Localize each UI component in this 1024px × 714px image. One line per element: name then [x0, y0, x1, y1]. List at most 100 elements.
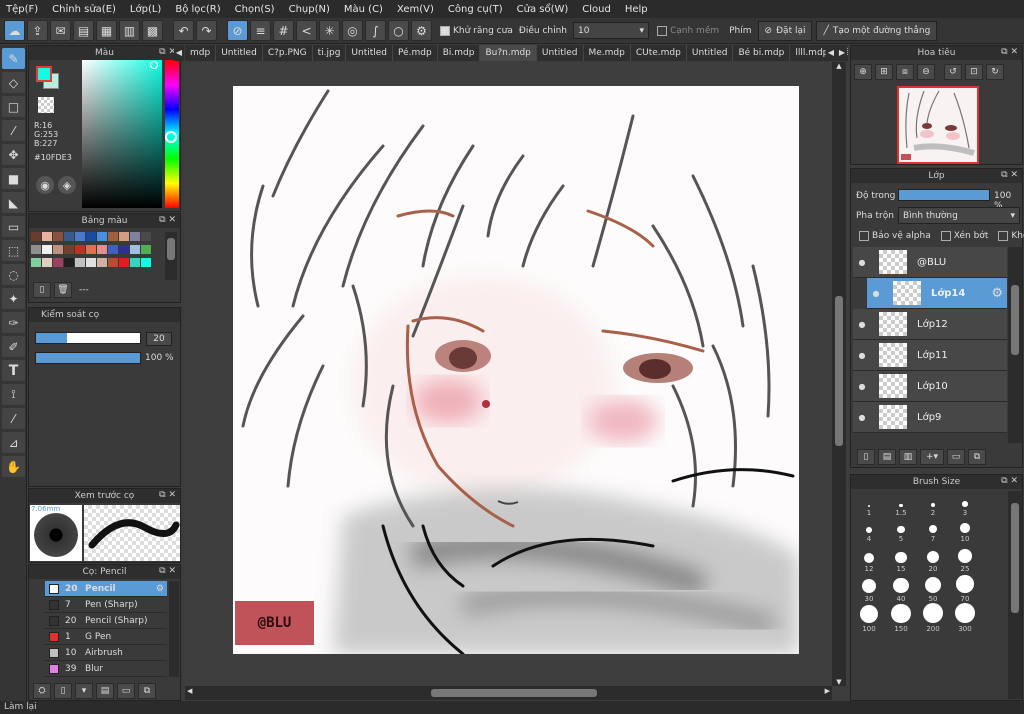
magic-wand-tool-icon[interactable]: ✦ [2, 288, 25, 309]
drawing-canvas[interactable] [233, 86, 799, 654]
hand-tool-icon[interactable]: ✋ [2, 456, 25, 477]
blur-tool-icon[interactable]: ⊿ [2, 432, 25, 453]
palette-swatch[interactable] [42, 245, 52, 254]
document-tab[interactable]: Bi.mdp [438, 45, 481, 61]
palette-swatch[interactable] [130, 245, 140, 254]
document-tab[interactable]: Bu?n.mdp [480, 45, 537, 61]
palette-swatch[interactable] [108, 232, 118, 241]
canvas-vertical-scrollbar[interactable]: ▲ ▼ [832, 62, 846, 686]
brush-list-item[interactable]: 7 Pen (Sharp) [45, 597, 167, 613]
palette-swatch[interactable] [119, 258, 129, 267]
document-tab[interactable]: ti.jpg [313, 45, 347, 61]
palette-swatch[interactable] [86, 245, 96, 254]
cloud-icon[interactable]: ☁ [4, 20, 25, 41]
palette-swatch[interactable] [53, 245, 63, 254]
snap-perspective-icon[interactable]: < [296, 20, 317, 41]
brush-size-preset[interactable]: 7 [917, 517, 949, 543]
layer-row[interactable]: ● @BLU [853, 247, 1007, 278]
brush-list-item[interactable]: 20 Pencil (Sharp) [45, 613, 167, 629]
menu-item[interactable]: Tệp(F) [6, 4, 38, 15]
message-icon[interactable]: ▤ [73, 20, 94, 41]
foreground-color-swatch[interactable] [36, 66, 52, 82]
brush-size-scrollbar[interactable] [1008, 491, 1022, 699]
rotate-reset-icon[interactable]: ⊡ [965, 64, 983, 80]
snap-settings-icon[interactable]: ⚙ [411, 20, 432, 41]
new-halftone-layer-icon[interactable]: ▤ [878, 449, 896, 465]
document-icon[interactable]: ▦ [96, 20, 117, 41]
palette-swatch[interactable] [75, 232, 85, 241]
dot-brush-tool-icon[interactable]: ⁄ [2, 120, 25, 141]
brush-tool-icon[interactable]: ✎ [2, 48, 25, 69]
new-brush-icon[interactable]: ▯ [54, 683, 72, 699]
snap-grid-icon[interactable]: # [273, 20, 294, 41]
color-settings-icon[interactable]: ◈ [58, 176, 76, 194]
palette-swatch[interactable] [64, 258, 74, 267]
new-palette-icon[interactable]: ▯ [33, 282, 51, 298]
palette-swatch[interactable] [141, 245, 151, 254]
palette-swatch[interactable] [31, 232, 41, 241]
select-tool-icon[interactable]: ⬚ [2, 240, 25, 261]
lock-checkbox[interactable] [998, 231, 1009, 241]
brush-copy-icon[interactable]: ▤ [96, 683, 114, 699]
scroll-right-icon[interactable]: ▶ [825, 687, 830, 695]
brush-size-preset[interactable]: 15 [885, 543, 917, 573]
panel-controls-icon[interactable]: ⧉ ✕ [1001, 47, 1018, 57]
palette-swatch[interactable] [42, 258, 52, 267]
lasso-tool-icon[interactable]: ◌ [2, 264, 25, 285]
brush-size-preset[interactable]: 200 [917, 603, 949, 633]
tab-scroll-left-icon[interactable]: ◀ [174, 45, 184, 61]
hue-cursor[interactable] [165, 131, 177, 143]
scroll-up-icon[interactable]: ▲ [832, 62, 846, 70]
palette-swatch[interactable] [86, 258, 96, 267]
document-tab[interactable]: Me.mdp [584, 45, 631, 61]
palette-swatch[interactable] [86, 232, 96, 241]
brush-size-preset[interactable]: 5 [885, 517, 917, 543]
menu-item[interactable]: Cloud [582, 4, 611, 15]
visibility-icon[interactable]: ● [853, 413, 871, 422]
palette-swatch[interactable] [141, 232, 151, 241]
brush-size-preset[interactable]: 20 [917, 543, 949, 573]
move-tool-icon[interactable]: ✥ [2, 144, 25, 165]
brush-folder-icon[interactable]: ▭ [117, 683, 135, 699]
brush-size-preset[interactable]: 300 [949, 603, 981, 633]
brush-size-preset[interactable]: 3 [949, 491, 981, 517]
duplicate-layer-icon[interactable]: ⧉ [968, 449, 986, 465]
scroll-down-icon[interactable]: ▼ [832, 678, 846, 686]
zoom-fit-icon[interactable]: ⊞ [875, 64, 893, 80]
palette-swatch[interactable] [97, 258, 107, 267]
brush-list-item[interactable]: 10 Airbrush [45, 645, 167, 661]
palette-swatch[interactable] [31, 245, 41, 254]
brush-size-scroll-thumb[interactable] [1011, 503, 1019, 613]
visibility-icon[interactable]: ● [853, 382, 871, 391]
canvas-horizontal-thumb[interactable] [431, 689, 597, 697]
palette-swatch[interactable] [130, 232, 140, 241]
brush-size-preset[interactable]: 150 [885, 603, 917, 633]
snap-circle-icon[interactable]: ◎ [342, 20, 363, 41]
brush-size-preset[interactable]: 1 [853, 491, 885, 517]
palette-swatch[interactable] [75, 245, 85, 254]
palette-swatch[interactable] [53, 232, 63, 241]
redo-icon[interactable]: ↷ [196, 20, 217, 41]
document-tab[interactable]: Untitled [537, 45, 584, 61]
palette-swatch[interactable] [108, 258, 118, 267]
brush-list-item[interactable]: 1 G Pen [45, 629, 167, 645]
layer-row[interactable]: ● Lớp12 [853, 309, 1007, 340]
tab-scroll-right-icon[interactable]: ▶ [837, 45, 847, 61]
brush-size-preset[interactable]: 10 [949, 517, 981, 543]
document-tab[interactable]: Untitled [216, 45, 263, 61]
divide-tool-icon[interactable]: ⟟ [2, 384, 25, 405]
layer-opacity-slider[interactable] [898, 189, 990, 201]
palette-scrollbar[interactable] [165, 232, 177, 280]
document-tab[interactable]: mdp [185, 45, 217, 61]
soft-edge-checkbox[interactable] [656, 25, 667, 36]
panel-controls-icon[interactable]: ⧉ ✕ [159, 215, 176, 225]
scroll-left-icon[interactable]: ◀ [187, 687, 192, 695]
zoom-out-icon[interactable]: ⊖ [917, 64, 935, 80]
menu-item[interactable]: Help [625, 4, 648, 15]
zoom-in-icon[interactable]: ⊕ [854, 64, 872, 80]
palette-swatch[interactable] [31, 258, 41, 267]
snap-parallel-icon[interactable]: ≡ [250, 20, 271, 41]
visibility-icon[interactable]: ● [853, 351, 871, 360]
menu-item[interactable]: Chọn(S) [235, 4, 275, 15]
menu-item[interactable]: Xem(V) [397, 4, 434, 15]
